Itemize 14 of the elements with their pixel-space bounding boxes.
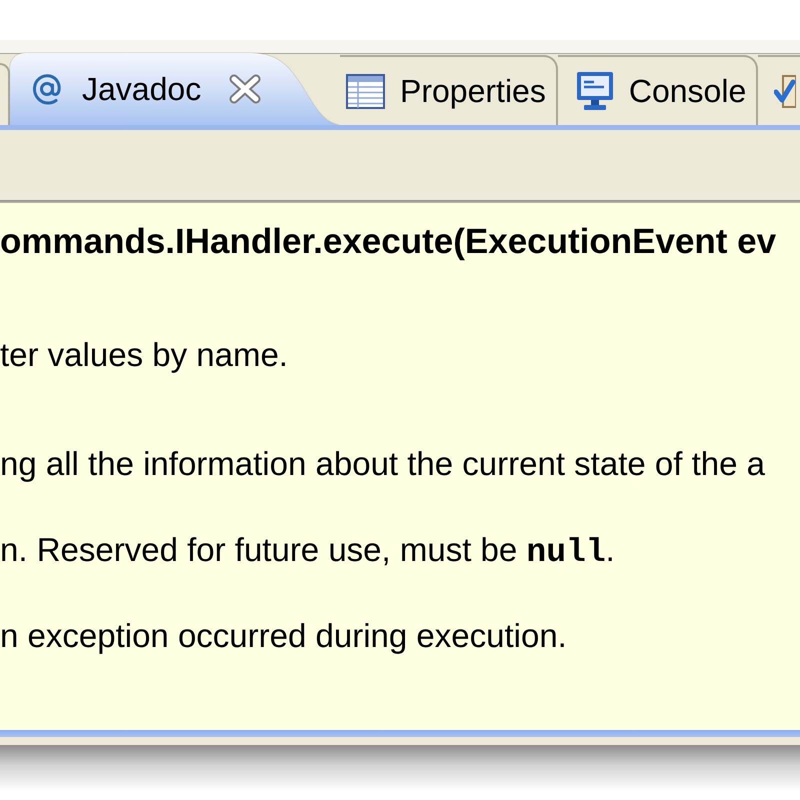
description-text: ter values by name. bbox=[0, 335, 288, 375]
monitor-icon bbox=[576, 71, 614, 111]
throws-description: n exception occurred during execution. bbox=[0, 616, 567, 656]
table-icon bbox=[346, 74, 385, 108]
parameter-description: n. Reserved for future use, must be null. bbox=[0, 530, 615, 573]
tab[interactable] bbox=[0, 63, 10, 125]
close-icon[interactable] bbox=[228, 74, 262, 104]
tab[interactable]: Javadoc bbox=[10, 53, 340, 125]
at-sign-icon bbox=[32, 73, 62, 105]
tab[interactable]: Console bbox=[558, 55, 758, 125]
parameter-description: ng all the information about the current state of the a bbox=[0, 444, 765, 484]
tab[interactable]: Properties bbox=[340, 55, 558, 125]
method-signature: ommands.IHandler.execute(ExecutionEvent ev bbox=[0, 222, 776, 262]
checkmark-icon bbox=[774, 73, 796, 109]
